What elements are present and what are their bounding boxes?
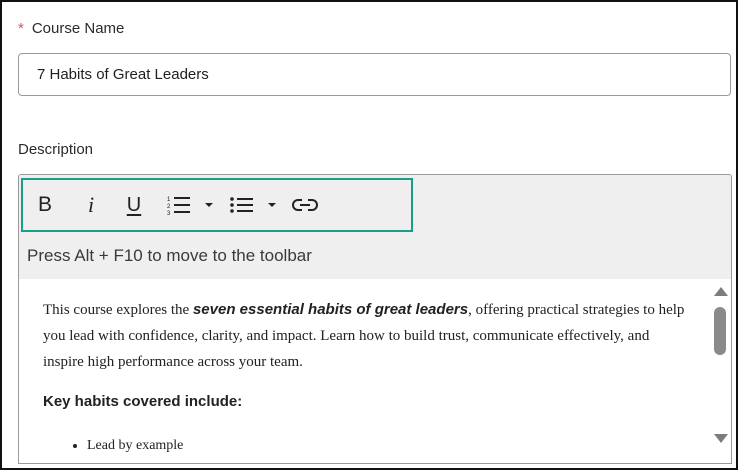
course-name-label-text: Course Name [31,20,125,37]
scroll-down-arrow-icon[interactable] [714,434,728,443]
numbered-list-button[interactable]: 1 2 3 [161,180,197,230]
description-content[interactable]: This course explores the seven essential… [19,279,709,463]
bold-button[interactable]: B [27,180,63,230]
course-name-input[interactable]: 7 Habits of Great Leaders [18,53,731,96]
paragraph-text-start: This course explores the [43,302,193,318]
scrollbar-thumb[interactable] [714,307,726,355]
italic-icon: i [87,192,95,217]
list-item: Lead by example [87,433,685,459]
bulleted-list-button[interactable] [224,180,260,230]
description-label: Description [18,141,94,158]
paragraph-emphasis: seven essential habits of great leaders [192,301,469,318]
course-name-label: * Course Name [18,20,124,37]
editor-toolbar: B i U 1 2 3 [21,178,413,232]
chevron-down-icon [204,202,214,208]
numbered-list-icon: 1 2 3 [167,195,191,215]
content-scrollbar[interactable] [709,279,731,463]
required-marker: * [18,20,24,37]
svg-text:2: 2 [167,204,171,210]
scroll-up-arrow-icon[interactable] [714,287,728,296]
link-button[interactable] [287,180,323,230]
numbered-list-dropdown[interactable] [199,180,219,230]
toolbar-hint: Press Alt + F10 to move to the toolbar [19,233,731,279]
course-form: * Course Name 7 Habits of Great Leaders D… [0,0,738,470]
editor-toolbar-area: B i U 1 2 3 [19,175,731,233]
description-editor: B i U 1 2 3 Press Alt + F10 to move to t… [18,174,732,464]
bulleted-list-dropdown[interactable] [262,180,282,230]
svg-text:3: 3 [167,211,171,215]
bold-icon: B [37,193,52,216]
bulleted-list-icon [230,196,254,214]
key-habits-heading: Key habits covered include: [43,393,243,410]
habits-list: Lead by example [43,433,685,459]
italic-button[interactable]: i [73,180,109,230]
svg-text:1: 1 [167,197,171,203]
underline-button[interactable]: U [116,180,152,230]
chevron-down-icon [267,202,277,208]
link-icon [292,198,318,212]
underline-icon: U [126,193,142,216]
description-paragraph: This course explores the seven essential… [43,297,685,375]
